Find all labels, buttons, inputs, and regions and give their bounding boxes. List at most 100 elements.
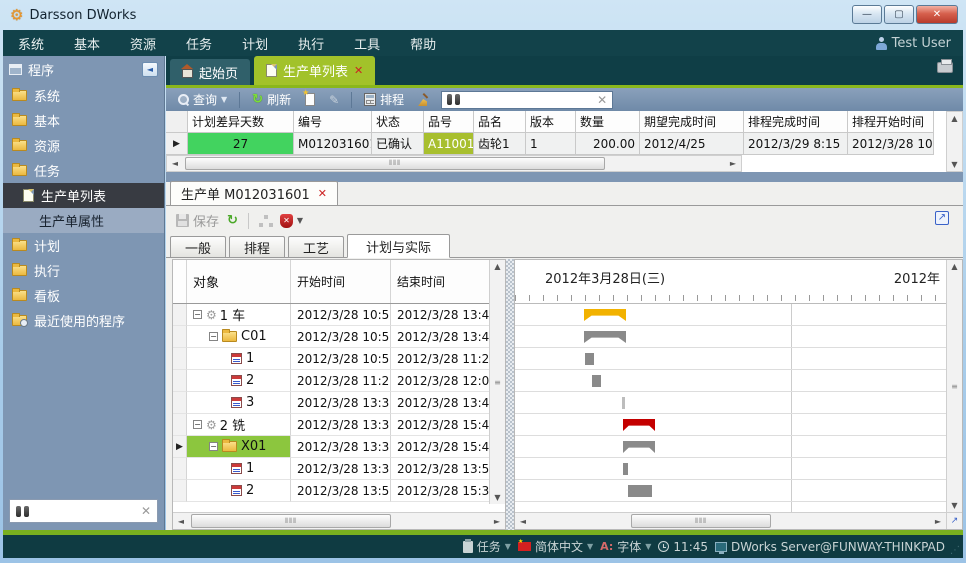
tab-生产单列表[interactable]: 生产单列表✕ [254,56,375,85]
menu-item-计划[interactable]: 计划 [227,30,283,56]
sidebar-item-生产单属性[interactable]: 生产单属性 [3,208,164,233]
tree-row-1[interactable]: 12012/3/28 13:302012/3/28 13:50 [173,458,505,480]
scroll-left-icon[interactable]: ◄ [167,159,183,168]
collapse-expander-icon[interactable]: − [193,420,202,429]
grid-cell[interactable]: 已确认 [372,133,424,155]
tree-object-cell[interactable]: −X01 [187,436,291,458]
menu-item-任务[interactable]: 任务 [171,30,227,56]
tree-row-1[interactable]: 12012/3/28 10:522012/3/28 11:22 [173,348,505,370]
sidebar-item-基本[interactable]: 基本 [3,108,164,133]
sidebar-item-执行[interactable]: 执行 [3,258,164,283]
refresh-button[interactable]: ↻ 刷新 [248,90,295,109]
tree-object-cell[interactable]: −⚙1 车 [187,304,291,326]
edit-button[interactable]: ✎ [325,92,343,108]
save-button[interactable]: 保存 [176,211,219,230]
gantt-bar[interactable] [585,353,594,365]
chevron-down-icon[interactable]: ▼ [297,216,303,225]
clear-button[interactable] [414,92,435,107]
scroll-up-icon[interactable]: ▲ [947,262,963,271]
menu-item-系统[interactable]: 系统 [3,30,59,56]
end-time-cell[interactable]: 2012/3/28 13:40 [391,326,491,348]
tree-object-cell[interactable]: −⚙2 铣 [187,414,291,436]
end-time-cell[interactable]: 2012/3/28 11:22 [391,348,491,370]
scroll-right-icon[interactable]: ► [725,159,741,168]
status-language-dropdown[interactable]: 简体中文▼ [518,538,593,555]
gantt-bar[interactable] [584,331,626,343]
menu-item-帮助[interactable]: 帮助 [395,30,451,56]
sidebar-item-计划[interactable]: 计划 [3,233,164,258]
grid-cell[interactable]: 2012/4/25 [640,133,744,155]
resize-grip[interactable]: ⋰ [950,545,960,556]
scroll-down-icon[interactable]: ▼ [951,160,957,169]
tree-row-X01[interactable]: ▶−X012012/3/28 13:302012/3/28 15:40 [173,436,505,458]
minimize-button[interactable]: — [852,5,882,24]
column-header[interactable]: 计划差异天数 [188,111,294,133]
grid-cell[interactable]: 27 [188,133,294,155]
close-button[interactable]: ✕ [916,5,958,24]
menu-item-执行[interactable]: 执行 [283,30,339,56]
tab-起始页[interactable]: 起始页 [170,59,250,85]
scroll-left-icon[interactable]: ◄ [515,517,531,526]
tree-row-2[interactable]: 22012/3/28 11:222012/3/28 12:00 [173,370,505,392]
sidebar-item-最近使用的程序[interactable]: 最近使用的程序 [3,308,164,333]
status-font-dropdown[interactable]: A: 字体▼ [600,538,651,555]
gantt-horizontal-scrollbar[interactable]: ◄ ⦀⦀⦀ ► [515,512,946,529]
end-time-cell[interactable]: 2012/3/28 13:40 [391,304,491,326]
tree-vertical-scrollbar[interactable]: ▲ ≡ ▼ [489,260,505,504]
sidebar-search-clear-icon[interactable]: ✕ [141,504,151,518]
start-time-cell[interactable]: 2012/3/28 13:30 [291,414,391,436]
column-header[interactable]: 排程完成时间 [744,111,848,133]
column-header[interactable]: 品名 [474,111,526,133]
scroll-right-icon[interactable]: ► [489,517,505,526]
tree-horizontal-scrollbar[interactable]: ◄ ⦀⦀⦀ ► [173,512,505,529]
gantt-bar[interactable] [623,419,655,431]
flow-button[interactable] [259,215,272,227]
start-time-cell[interactable]: 2012/3/28 13:30 [291,392,391,414]
end-time-cell[interactable]: 2012/3/28 13:50 [391,458,491,480]
popout-icon[interactable]: ↗ [935,211,949,225]
grid-cell[interactable]: 2012/3/29 8:15 [744,133,848,155]
sidebar-search-box[interactable]: ✕ [9,499,158,523]
gantt-vertical-scrollbar[interactable]: ▲ ≡ ▼ [946,260,962,512]
scroll-down-icon[interactable]: ▼ [490,493,506,502]
start-time-cell[interactable]: 2012/3/28 10:52 [291,304,391,326]
tree-row-C01[interactable]: −C012012/3/28 10:522012/3/28 13:40 [173,326,505,348]
detail-refresh-button[interactable]: ↻ [227,214,238,227]
column-header[interactable]: 版本 [526,111,576,133]
scroll-up-icon[interactable]: ▲ [490,262,506,271]
restore-button[interactable]: ▢ [884,5,914,24]
collapse-expander-icon[interactable]: − [209,442,218,451]
status-task-dropdown[interactable]: 任务▼ [463,538,511,555]
tree-object-cell[interactable]: 3 [187,392,291,414]
sidebar-item-资源[interactable]: 资源 [3,133,164,158]
gantt-bar[interactable] [623,463,628,475]
tab-排程[interactable]: 排程 [229,236,285,257]
grid-vertical-scrollbar[interactable]: ▲ ▼ [946,111,963,172]
tab-一般[interactable]: 一般 [170,236,226,257]
popout-icon[interactable]: ↗ [946,512,962,529]
grid-cell[interactable]: 1 [526,133,576,155]
query-button[interactable]: 查询 ▼ [174,90,231,109]
grid-cell[interactable]: M012031601 [294,133,372,155]
menu-item-工具[interactable]: 工具 [339,30,395,56]
tree-gantt-splitter[interactable] [506,259,514,530]
menu-item-资源[interactable]: 资源 [115,30,171,56]
end-time-cell[interactable]: 2012/3/28 15:30 [391,480,491,502]
toolbar-search-input[interactable]: ✕ [441,91,613,109]
printer-icon[interactable] [937,62,953,73]
column-header[interactable]: 编号 [294,111,372,133]
tree-object-cell[interactable]: 2 [187,370,291,392]
toolbar-search-clear-icon[interactable]: ✕ [597,93,607,107]
collapse-expander-icon[interactable]: − [209,332,218,341]
detail-doc-tab[interactable]: 生产单 M012031601 ✕ [170,181,338,205]
close-icon[interactable]: ✕ [354,64,363,77]
tree-row-2 铣[interactable]: −⚙2 铣2012/3/28 13:302012/3/28 15:40 [173,414,505,436]
tree-row-3[interactable]: 32012/3/28 13:302012/3/28 13:40 [173,392,505,414]
start-time-cell[interactable]: 2012/3/28 13:30 [291,458,391,480]
start-time-cell[interactable]: 2012/3/28 11:22 [291,370,391,392]
tab-工艺[interactable]: 工艺 [288,236,344,257]
tree-object-cell[interactable]: 1 [187,458,291,480]
gantt-bar[interactable] [592,375,601,387]
end-time-cell[interactable]: 2012/3/28 15:40 [391,436,491,458]
start-time-cell[interactable]: 2012/3/28 13:30 [291,436,391,458]
